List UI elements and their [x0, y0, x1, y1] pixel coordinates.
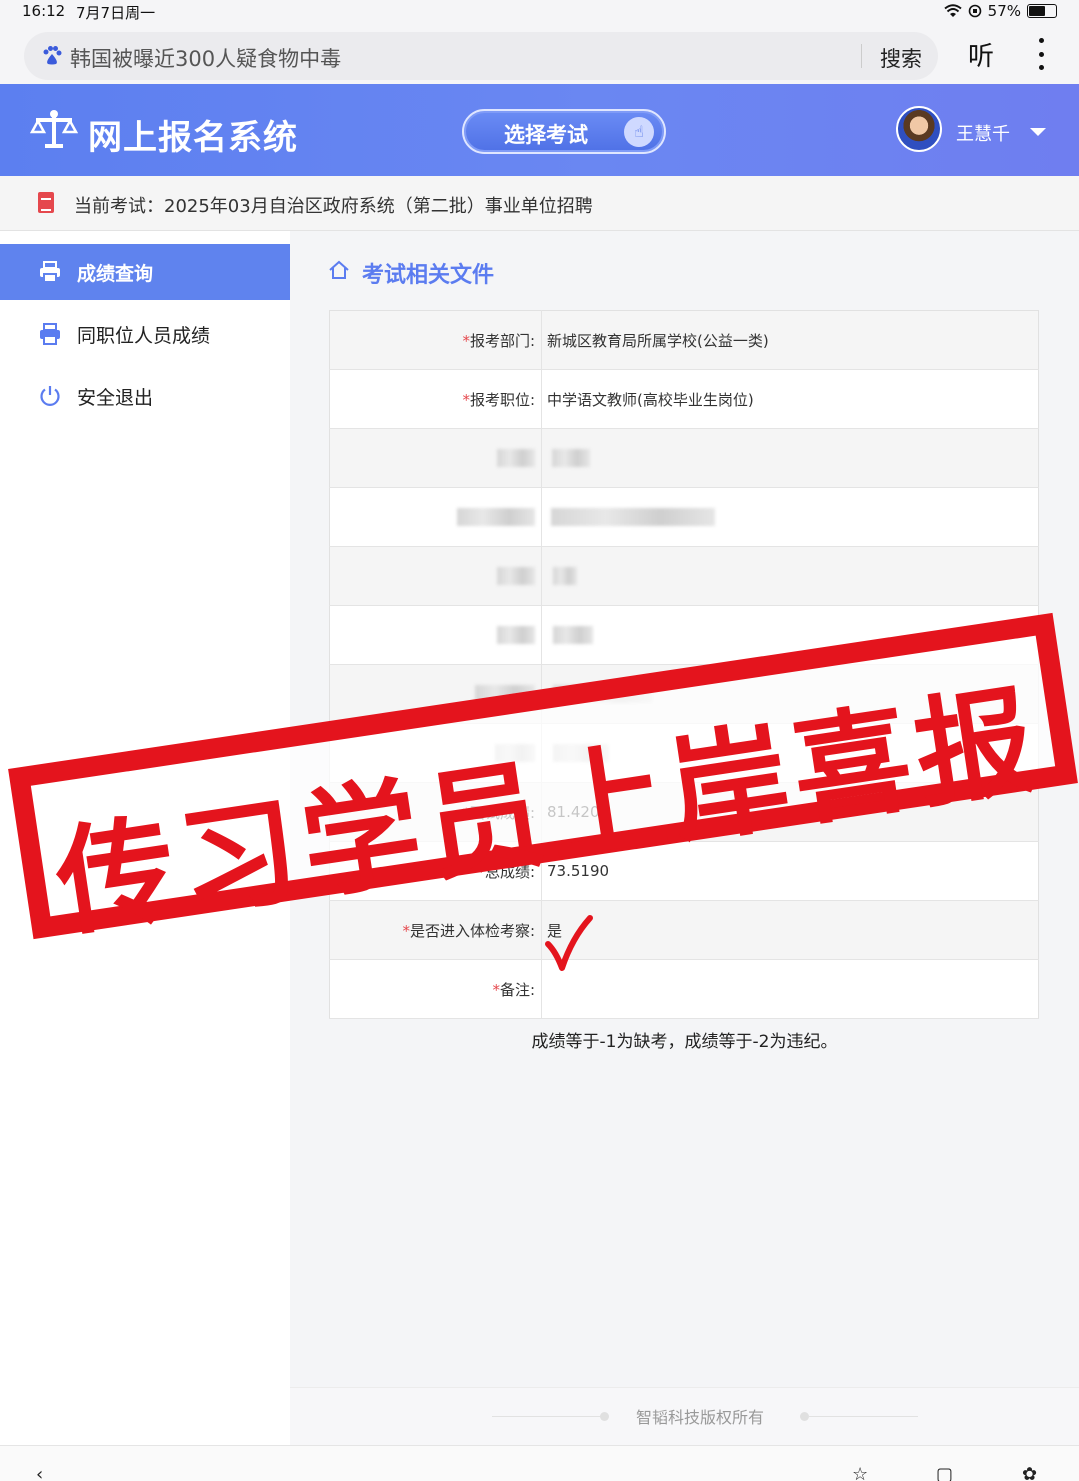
field-label-redacted: [329, 605, 542, 665]
status-bar: 16:12 7月7日周一 57%: [0, 0, 1079, 24]
field-label-redacted: [329, 428, 542, 488]
current-exam-bar: 当前考试：2025年03月自治区政府系统（第二批）事业单位招聘: [0, 176, 1079, 231]
current-exam-text: 当前考试：2025年03月自治区政府系统（第二批）事业单位招聘: [74, 196, 593, 217]
back-arrow-icon[interactable]: ‹: [36, 1464, 43, 1481]
bottom-toolbar: ‹ ☆ ▢ ✿: [0, 1445, 1079, 1481]
tabs-icon[interactable]: ▢: [936, 1464, 953, 1481]
checkmark-icon: [545, 915, 593, 971]
table-row: *备注:: [329, 959, 1039, 1019]
system-title: 网上报名系统: [88, 118, 298, 158]
field-value: [541, 959, 1039, 1019]
footer-dot: [600, 1412, 609, 1421]
sidebar-item-score-query[interactable]: 成绩查询: [0, 244, 290, 300]
select-exam-button[interactable]: 选择考试 ☝: [462, 109, 666, 154]
field-label: *报考部门:: [329, 310, 542, 370]
sidebar-item-same-position-scores[interactable]: 同职位人员成绩: [0, 306, 290, 362]
status-date: 7月7日周一: [76, 4, 156, 22]
search-box[interactable]: 韩国被曝近300人疑食物中毒 搜索: [24, 32, 938, 80]
printer-icon: [40, 261, 60, 283]
avatar[interactable]: [896, 106, 942, 152]
table-row-redacted: [329, 428, 1039, 488]
hand-pointer-icon: ☝: [624, 117, 654, 147]
battery-percent: 57%: [987, 2, 1021, 20]
sidebar-item-label: 同职位人员成绩: [77, 325, 211, 347]
listen-button[interactable]: 听: [968, 36, 994, 73]
baidu-paw-icon[interactable]: ✿: [1022, 1464, 1037, 1481]
printer-icon: [40, 323, 60, 345]
field-value: 是: [541, 900, 1039, 960]
field-label: *报考职位:: [329, 369, 542, 429]
field-value-redacted: [541, 487, 1039, 547]
divider: [861, 44, 862, 68]
search-query[interactable]: 韩国被曝近300人疑食物中毒: [70, 43, 341, 73]
status-right: 57%: [944, 2, 1057, 20]
table-row: *报考部门: 新城区教育局所属学校(公益一类): [329, 310, 1039, 370]
more-menu-icon[interactable]: [1034, 38, 1048, 70]
battery-icon: [1027, 4, 1057, 18]
footer-line: [492, 1416, 602, 1417]
table-row: *报考职位: 中学语文教师(高校毕业生岗位): [329, 369, 1039, 429]
sidebar-item-logout[interactable]: 安全退出: [0, 368, 290, 424]
document-icon: [38, 192, 54, 213]
table-row-redacted: [329, 546, 1039, 606]
field-value-redacted: [541, 428, 1039, 488]
field-value: 新城区教育局所属学校(公益一类): [541, 310, 1039, 370]
field-value: 中学语文教师(高校毕业生岗位): [541, 369, 1039, 429]
table-row-redacted: [329, 487, 1039, 547]
sidebar-item-label: 成绩查询: [77, 263, 154, 285]
wifi-icon: [944, 4, 962, 17]
section-title: 考试相关文件: [362, 263, 495, 288]
footer: 智韬科技版权所有: [290, 1387, 1079, 1445]
scales-logo-icon: [30, 110, 78, 148]
status-time: 16:12: [22, 2, 66, 20]
table-row: *是否进入体检考察: 是: [329, 900, 1039, 960]
sidebar-item-label: 安全退出: [77, 387, 154, 409]
field-label-redacted: [329, 487, 542, 547]
chevron-down-icon[interactable]: [1030, 128, 1046, 136]
field-label: *备注:: [329, 959, 542, 1019]
select-exam-label: 选择考试: [504, 123, 588, 147]
field-label-redacted: [329, 546, 542, 606]
search-button[interactable]: 搜索: [880, 43, 922, 73]
username[interactable]: 王慧千: [956, 120, 1010, 146]
score-note: 成绩等于-1为缺考，成绩等于-2为违纪。: [531, 1032, 838, 1052]
power-icon: [40, 386, 60, 406]
browser-bar: 韩国被曝近300人疑食物中毒 搜索 听: [0, 24, 1079, 84]
baidu-paw-icon: [43, 46, 62, 65]
home-icon: [329, 260, 349, 279]
copyright-text: 智韬科技版权所有: [636, 1408, 765, 1427]
rotation-lock-icon: [968, 4, 981, 18]
app-header: 网上报名系统 选择考试 ☝ 王慧千: [0, 84, 1079, 176]
field-value-redacted: [541, 546, 1039, 606]
star-icon[interactable]: ☆: [852, 1464, 868, 1481]
footer-line: [808, 1416, 918, 1417]
